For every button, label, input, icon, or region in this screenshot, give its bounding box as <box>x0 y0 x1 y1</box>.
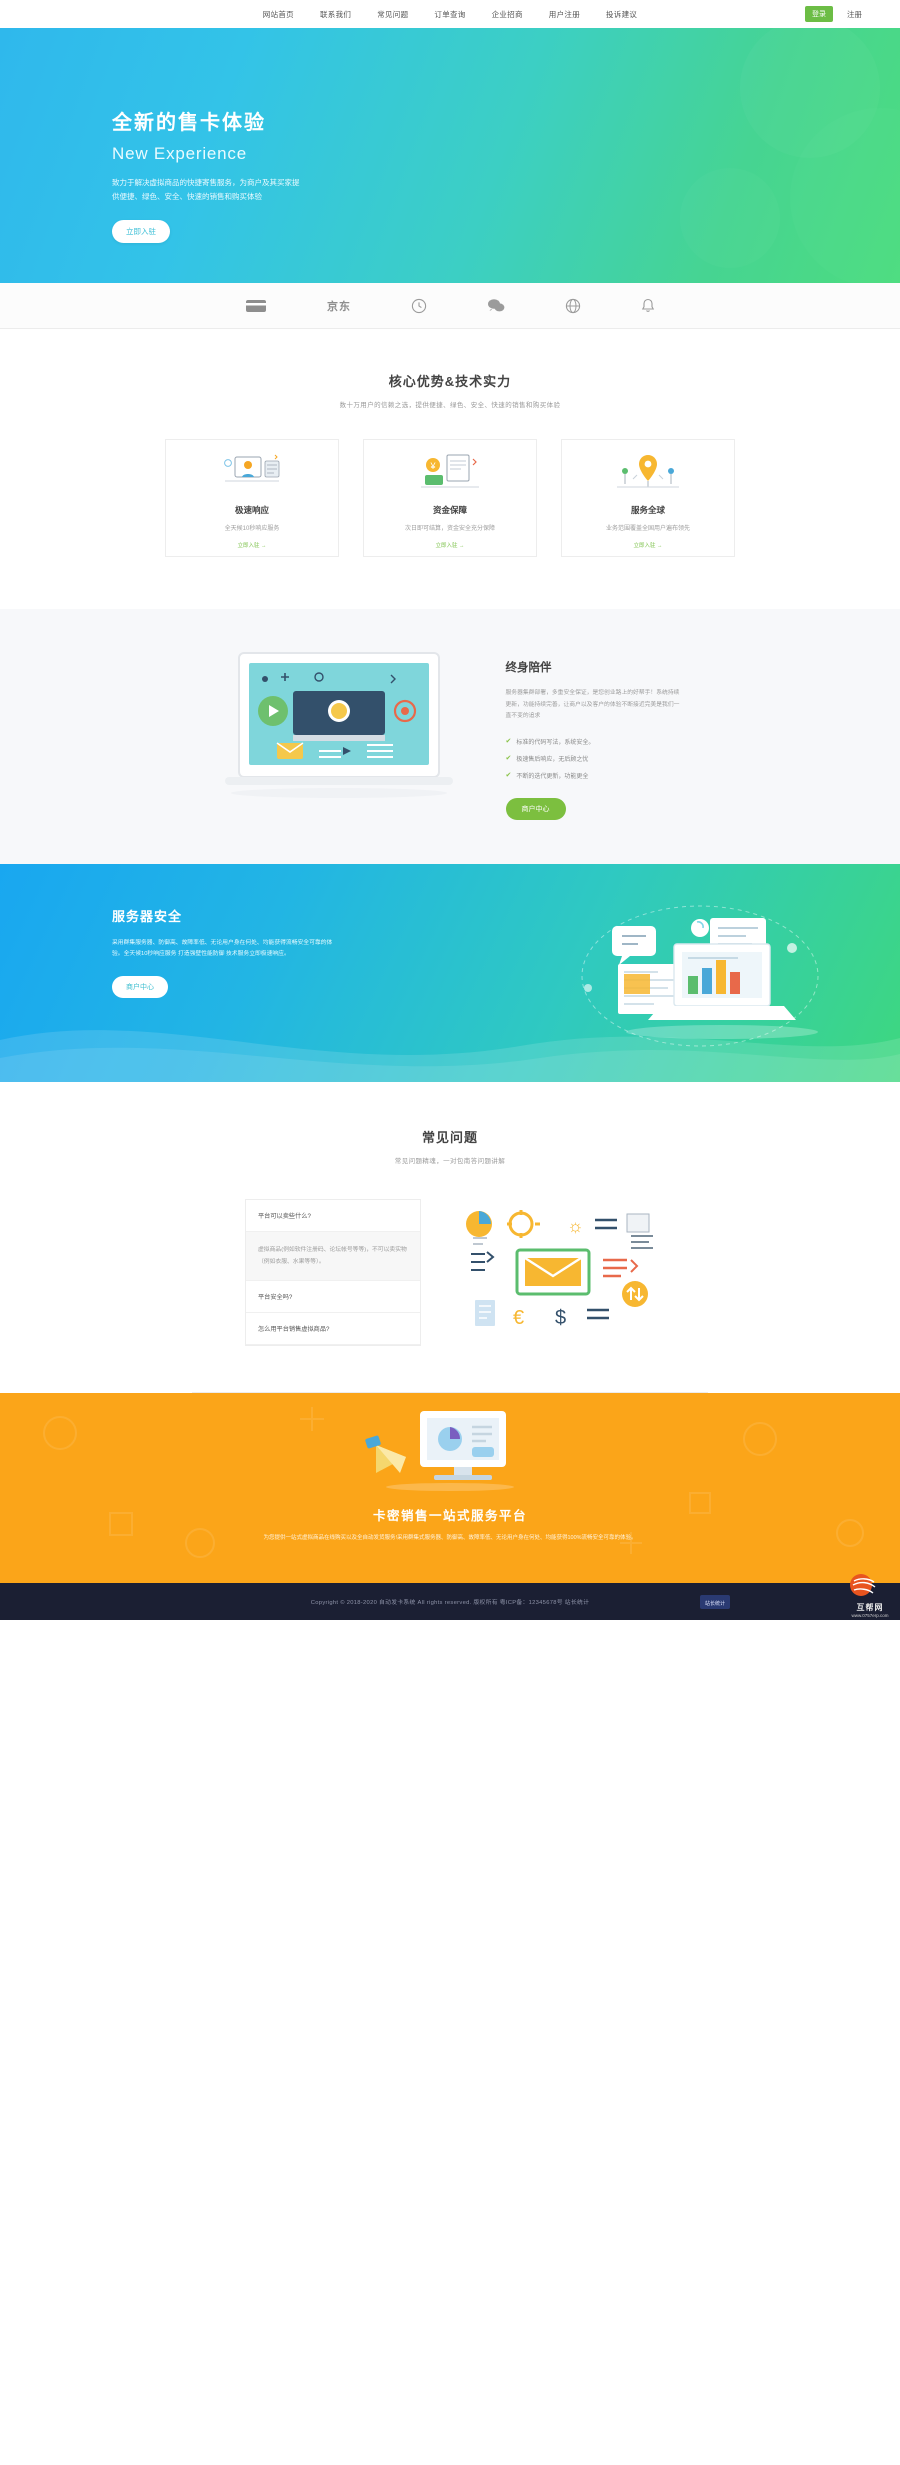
companion-bullets: ✔ 标准的代码写法，系统安全。 ✔ 极速售后响应，无后顾之忧 ✔ 不断的迭代更新… <box>506 737 682 780</box>
register-button[interactable]: 注册 <box>847 9 862 20</box>
watermark-sub: www.0757erp.com <box>851 1613 889 1619</box>
svg-text:站长统计: 站长统计 <box>705 1600 725 1607</box>
top-navigation-bar: 网站首页 联系我们 常见问题 订单查询 企业招商 用户注册 投诉建议 登录 注册 <box>0 0 900 28</box>
jingdong-logo[interactable]: 京东 <box>327 295 351 317</box>
card-link[interactable]: 立即入驻 → <box>237 541 266 549</box>
watermark-title: 互帮网 <box>856 1603 884 1613</box>
watermark: 互帮网 www.0757erp.com <box>848 1571 892 1618</box>
security-cta-button[interactable]: 商户中心 <box>112 975 168 998</box>
security-description: 采用群集服务器、防御高、故障率低、无论用户身在何处、均能获得流畅安全可靠的体验。… <box>112 939 333 958</box>
security-illustration <box>560 892 830 1060</box>
auth-area: 登录 注册 <box>805 6 862 22</box>
security-text: 服务器安全 采用群集服务器、防御高、故障率低、无论用户身在何处、均能获得流畅安全… <box>112 906 362 998</box>
faq-illustration: ☼ € $ <box>455 1199 655 1346</box>
alipay-icon[interactable] <box>245 295 267 317</box>
bottom-cta-section: 卡密销售一站式服务平台 为您提供一站式虚拟商品在线购买以及全自动发货服务!采用群… <box>0 1393 900 1584</box>
card-desc: 业务范围覆盖全国用户遍布领先 <box>605 526 690 532</box>
laptop-illustration <box>219 647 464 820</box>
advantage-card[interactable]: 极速响应 全天候10秒响应服务 立即入驻 → <box>165 439 339 557</box>
svg-text:€: € <box>513 1307 524 1329</box>
bullet-text: 不断的迭代更新，功能更全 <box>516 773 589 780</box>
card-title: 资金保障 <box>432 505 467 515</box>
companion-description: 服务器集群部署，多重安全保证，是您创业路上的好帮手！系统持续更新，功能持续完善，… <box>505 690 680 720</box>
watermark-logo-icon <box>850 1574 876 1597</box>
card-desc: 次日即可结算，资金安全充分保障 <box>404 526 495 532</box>
nav-item-business[interactable]: 企业招商 <box>492 9 523 20</box>
advantages-title: 核心优势&技术实力 <box>388 374 512 389</box>
main-nav: 网站首页 联系我们 常见问题 订单查询 企业招商 用户注册 投诉建议 <box>263 9 637 20</box>
advantages-subtitle: 数十万用户的信赖之选，提供便捷、绿色、安全、快速的销售和购买体验 <box>339 402 561 409</box>
bullet-text: 极速售后响应，无后顾之忧 <box>516 756 589 763</box>
bullet-text: 标准的代码写法，系统安全。 <box>516 739 595 746</box>
fast-response-illustration <box>215 451 289 495</box>
core-advantages-section: 核心优势&技术实力 数十万用户的信赖之选，提供便捷、绿色、安全、快速的销售和购买… <box>0 329 900 609</box>
svg-text:☼: ☼ <box>567 1216 584 1236</box>
nav-item-feedback[interactable]: 投诉建议 <box>606 9 637 20</box>
hero-cta-button[interactable]: 立即入驻 <box>112 219 170 243</box>
advantage-card[interactable]: ¥ 资金保障 次日即可结算，资金安全充分保障 立即入驻 → <box>363 439 537 557</box>
faq-question[interactable]: 平台可以卖些什么? <box>246 1200 420 1232</box>
svg-text:$: $ <box>555 1307 566 1329</box>
companion-title: 终身陪伴 <box>505 662 552 674</box>
faq-accordion: 平台可以卖些什么? 虚拟商品(例如软件注册码、论坛帐号等等)，不可以卖实物（例如… <box>245 1198 421 1347</box>
faq-subtitle: 常见问题精魂，一对包南答问题讲解 <box>394 1157 506 1165</box>
nav-item-faq[interactable]: 常见问题 <box>377 9 408 20</box>
bullet-item: ✔ 极速售后响应，无后顾之忧 <box>506 754 682 763</box>
security-title: 服务器安全 <box>112 908 183 924</box>
card-title: 极速响应 <box>234 505 269 515</box>
cta-pattern <box>43 1407 864 1559</box>
clock-icon[interactable] <box>411 295 427 317</box>
hero-banner: 全新的售卡体验 New Experience 致力于解决虚拟商品的快捷寄售服务，… <box>0 28 900 283</box>
check-icon: ✔ <box>505 772 512 780</box>
card-title: 服务全球 <box>630 505 665 515</box>
copyright-text: Copyright © 2018-2020 自动发卡系统 All rights … <box>310 1600 590 1607</box>
faq-title: 常见问题 <box>421 1129 478 1145</box>
server-security-section: 服务器安全 采用群集服务器、防御高、故障率低、无论用户身在何处、均能获得流畅安全… <box>0 863 900 1082</box>
bullet-item: ✔ 标准的代码写法，系统安全。 <box>506 737 682 746</box>
lifetime-companion-section: 终身陪伴 服务器集群部署，多重安全保证，是您创业路上的好帮手！系统持续更新，功能… <box>0 609 900 864</box>
hero-description: 致力于解决虚拟商品的快捷寄售服务，为商户及其买家提供便捷、绿色、安全、快速的销售… <box>112 178 300 201</box>
footer: Copyright © 2018-2020 自动发卡系统 All rights … <box>0 1574 900 1621</box>
card-desc: 全天候10秒响应服务 <box>224 526 280 532</box>
check-icon: ✔ <box>505 738 512 746</box>
nav-item-home[interactable]: 网站首页 <box>263 9 294 20</box>
card-link[interactable]: 立即入驻 → <box>633 541 662 549</box>
nav-item-register[interactable]: 用户注册 <box>549 9 580 20</box>
advantage-card[interactable]: 服务全球 业务范围覆盖全国用户遍布领先 立即入驻 → <box>561 439 735 557</box>
nav-item-contact[interactable]: 联系我们 <box>320 9 351 20</box>
login-button[interactable]: 登录 <box>805 6 833 22</box>
globe-icon[interactable] <box>565 295 581 317</box>
faq-question[interactable]: 怎么用平台销售虚拟商品? <box>246 1313 420 1346</box>
companion-text: 终身陪伴 服务器集群部署，多重安全保证，是您创业路上的好帮手！系统持续更新，功能… <box>505 647 682 820</box>
bell-icon[interactable] <box>641 295 655 317</box>
faq-question[interactable]: 平台安全吗? <box>246 1281 420 1314</box>
faq-section: 常见问题 常见问题精魂，一对包南答问题讲解 平台可以卖些什么? 虚拟商品(例如软… <box>0 1081 900 1394</box>
site-badge: 站长统计 <box>700 1595 730 1612</box>
faq-answer: 虚拟商品(例如软件注册码、论坛帐号等等)，不可以卖实物（例如衣服、水果等等）。 <box>246 1231 420 1282</box>
check-icon: ✔ <box>505 755 512 763</box>
advantage-cards: 极速响应 全天候10秒响应服务 立即入驻 → ¥ 资金保障 次日即可结算，资金安… <box>0 439 900 557</box>
nav-item-order-query[interactable]: 订单查询 <box>434 9 465 20</box>
fund-security-illustration: ¥ <box>413 451 487 495</box>
global-service-illustration <box>611 451 685 495</box>
card-link[interactable]: 立即入驻 → <box>435 541 464 549</box>
merchant-center-button[interactable]: 商户中心 <box>505 797 566 820</box>
svg-text:¥: ¥ <box>429 461 436 471</box>
bullet-item: ✔ 不断的迭代更新，功能更全 <box>506 771 682 780</box>
faq-body: 平台可以卖些什么? 虚拟商品(例如软件注册码、论坛帐号等等)，不可以卖实物（例如… <box>0 1198 900 1347</box>
hero-decoration <box>480 28 900 283</box>
brand-logo-strip: 京东 <box>0 283 900 329</box>
wechat-icon[interactable] <box>487 295 505 317</box>
